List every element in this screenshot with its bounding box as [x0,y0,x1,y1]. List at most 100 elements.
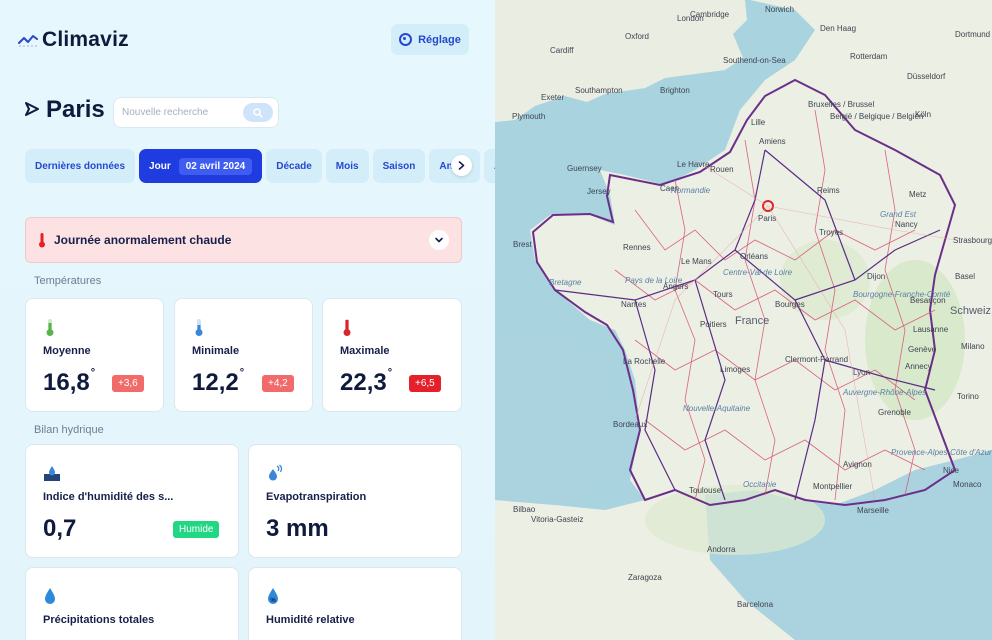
map-label: Rotterdam [850,52,888,61]
anomaly-badge: +3,6 [112,375,144,392]
map-label: Bourges [775,300,805,309]
tabs-scroll-next-button[interactable] [451,155,472,176]
anomaly-badge: +6,5 [409,375,441,392]
alert-text: Journée anormalement chaude [54,233,232,247]
tab-month[interactable]: Mois [325,149,369,183]
water-card-evapotranspiration[interactable]: Evapotranspiration 3 mm [248,444,462,558]
map-label: Le Havre [677,160,710,169]
map-label: Poitiers [700,320,727,329]
svg-text:%: % [270,598,276,604]
temp-card-max[interactable]: Maximale 22,3° +6,5 [322,298,462,412]
map-label: Torino [957,392,979,401]
map-label: Pays de la Loire [625,276,683,285]
temperatures-section-label: Températures [34,275,102,287]
map-label: Dijon [867,272,886,281]
map-label: Monaco [953,480,982,489]
map-label: Basel [955,272,976,281]
map-label: Cardiff [550,46,574,55]
search-input[interactable] [122,107,243,118]
map-label: Tours [713,290,733,299]
map-label: Brighton [660,86,690,95]
value-unit: ° [90,367,96,379]
value-number: 12,2 [192,369,239,396]
tab-latest-data[interactable]: Dernières données [25,149,136,183]
search-box [113,97,279,128]
map-label: Jersey [587,187,611,196]
map-label: Vitoria-Gasteiz [531,515,584,524]
map-label: Nantes [621,300,647,309]
map-label: Norwich [765,5,794,14]
humidity-icon: % [268,588,278,604]
chevron-down-icon [435,237,443,243]
city-header: Paris [24,96,105,124]
map-label: Oxford [625,32,650,41]
map-label: Plymouth [512,112,546,121]
anomaly-alert[interactable]: Journée anormalement chaude [25,217,462,263]
map-label: Bourgogne-Franche-Comté [853,290,951,299]
temp-card-mean[interactable]: Moyenne 16,8° +3,6 [25,298,164,412]
map-label: Troyes [819,228,844,237]
map-label: Orléans [740,252,769,261]
tab-day[interactable]: Jour 02 avril 2024 [139,149,263,183]
value-number: 16,8 [43,369,90,396]
temp-card-min[interactable]: Minimale 12,2° +4,2 [174,298,313,412]
logo-wave-icon [18,35,38,47]
map-label: Provence-Alpes-Côte d'Azur [891,448,992,457]
water-card-relative-humidity[interactable]: % Humidité relative [248,567,462,640]
map-label: Le Mans [681,257,712,266]
search-button[interactable] [243,103,273,122]
raindrop-icon [45,588,55,604]
card-value: 22,3° [340,367,392,397]
map-label: Toulouse [689,486,722,495]
map-label: Marseille [857,506,890,515]
map-label: Nouvelle-Aquitaine [683,404,751,413]
date-chip[interactable]: 02 avril 2024 [178,157,253,175]
logo[interactable]: Climaviz [18,28,129,52]
map-label: France [735,315,770,327]
card-value: 0,7 [43,515,77,542]
map-label: La Rochelle [623,357,666,366]
map-label: Cambridge [690,10,730,19]
map-label: Montpellier [813,482,853,491]
settings-button[interactable]: Réglage [391,24,469,55]
map-label: Bretagne [549,278,582,287]
map-label: Brest [513,240,532,249]
map-view[interactable]: London Cardiff Oxford Cambridge Norwich … [495,0,992,640]
map-label: Amiens [759,137,786,146]
card-title: Précipitations totales [43,614,155,626]
location-arrow-icon [25,102,39,116]
value-number: 22,3 [340,369,387,396]
value-unit: ° [239,367,245,379]
map-label: Andorra [707,545,736,554]
map-label: Occitanie [743,480,777,489]
alert-expand-button[interactable] [429,230,449,250]
card-title: Minimale [192,345,240,357]
card-value: 3 mm [266,515,329,542]
map-label: Exeter [541,93,565,102]
water-card-precipitation[interactable]: Précipitations totales [25,567,239,640]
map-label: Lille [751,118,766,127]
soil-moisture-icon [44,466,60,481]
map-label: Annecy [905,362,932,371]
map-label: België / Belgique / Belgien [830,112,924,121]
tab-label: Mois [335,160,359,172]
card-title: Indice d'humidité des s... [43,491,174,503]
card-title: Maximale [340,345,390,357]
map-label: Avignon [843,460,872,469]
tab-decade[interactable]: Décade [266,149,322,183]
card-title: Moyenne [43,345,91,357]
water-card-soil-moisture[interactable]: Indice d'humidité des s... 0,7 Humide [25,444,239,558]
map-label: Rennes [623,243,651,252]
search-icon [253,107,263,118]
settings-label: Réglage [418,33,461,46]
map-label: Strasbourg [953,236,992,245]
logo-text: Climaviz [42,28,129,51]
tab-label: Saison [382,160,416,172]
map-label: Limoges [720,365,751,374]
anomaly-badge: +4,2 [262,375,294,392]
card-value: 12,2° [192,367,245,397]
card-title: Evapotranspiration [266,491,367,503]
map-label: Schweiz / Suisse / Svizzera [950,305,992,317]
tab-custom[interactable]: Au [483,149,495,183]
tab-season[interactable]: Saison [372,149,426,183]
